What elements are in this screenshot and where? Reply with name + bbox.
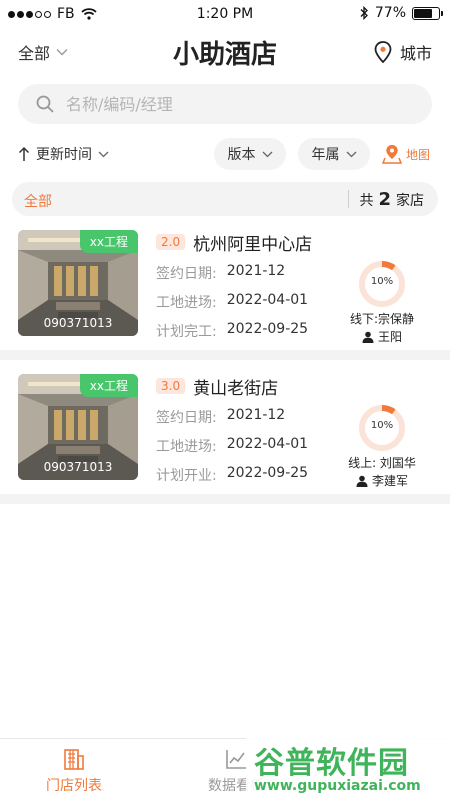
version-filter-label: 版本 — [227, 147, 256, 163]
progress-column: 10% 线下:宗保静 王阳 — [336, 260, 428, 345]
store-count-prefix: 共 — [359, 193, 374, 209]
project-tag: xx工程 — [79, 374, 138, 397]
progress-percent: 10% — [370, 276, 394, 287]
battery-level — [414, 8, 433, 18]
chevron-down-icon — [262, 151, 272, 157]
planned-finish-value: 2022-09-25 — [226, 321, 309, 337]
site-entry-label: 工地进场: — [156, 439, 217, 455]
summary-bar: 全部 共 2 家店 — [12, 182, 438, 216]
progress-ring: 10% — [358, 260, 406, 308]
store-info: 3.0 黄山老街店 签约日期: 2021-12 工地进场: 2022-04-01… — [156, 374, 336, 485]
status-right: 77% — [359, 5, 443, 21]
site-entry-value: 2022-04-01 — [226, 436, 309, 452]
watermark: 谷普软件园 www.gupuxiazai.com — [246, 738, 450, 800]
status-bar: FB 1:20 PM 77% — [0, 0, 450, 28]
progress-ring: 10% — [358, 404, 406, 452]
line-chart-icon — [226, 750, 246, 769]
summary-divider — [348, 190, 349, 208]
user-icon — [362, 331, 374, 343]
store-info: 2.0 杭州阿里中心店 签约日期: 2021-12 工地进场: 2022-04-… — [156, 230, 336, 341]
store-name-row: 3.0 黄山老街店 — [156, 374, 336, 399]
year-filter[interactable]: 年属 — [298, 138, 370, 170]
year-filter-label: 年属 — [311, 147, 340, 163]
sign-date-label: 签约日期: — [156, 410, 217, 426]
store-name: 黄山老街店 — [193, 378, 279, 399]
user-icon — [356, 475, 368, 487]
site-entry-value: 2022-04-01 — [226, 292, 309, 308]
planned-finish-label: 计划完工: — [156, 324, 217, 340]
card-separator — [0, 350, 450, 360]
store-count: 共 2 家店 — [359, 189, 424, 210]
planned-opening-label: 计划开业: — [156, 468, 217, 484]
project-tag: xx工程 — [79, 230, 138, 253]
store-code: 090371013 — [43, 316, 113, 330]
store-count-suffix: 家店 — [396, 193, 424, 209]
arrow-up-icon — [18, 146, 30, 161]
watermark-url: www.gupuxiazai.com — [254, 778, 421, 794]
site-entry-row: 工地进场: 2022-04-01 — [156, 292, 336, 312]
store-card[interactable]: xx工程 090371013 2.0 杭州阿里中心店 签约日期: 2021-12… — [0, 216, 450, 348]
sign-date-row: 签约日期: 2021-12 — [156, 263, 336, 283]
store-code: 090371013 — [43, 460, 113, 474]
search-input[interactable] — [66, 94, 386, 114]
person-name: 李建军 — [371, 474, 408, 488]
city-label: 城市 — [399, 44, 432, 63]
city-selector[interactable]: 城市 — [374, 40, 432, 64]
progress-column: 10% 线上: 刘国华 李建军 — [336, 404, 428, 489]
chevron-down-icon — [98, 151, 109, 157]
store-count-number: 2 — [378, 189, 391, 210]
store-thumbnail: xx工程 090371013 — [18, 374, 138, 480]
filter-row: 更新时间 版本 年属 地图 — [0, 138, 450, 170]
planned-opening-row: 计划开业: 2022-09-25 — [156, 465, 336, 485]
building-icon — [64, 749, 84, 770]
version-filter[interactable]: 版本 — [214, 138, 286, 170]
manager-label: 线下:宗保静 — [349, 312, 415, 326]
chevron-down-icon — [346, 151, 356, 157]
version-badge: 3.0 — [156, 378, 186, 394]
bluetooth-icon — [360, 6, 368, 20]
progress-percent: 10% — [370, 420, 394, 431]
map-pin-icon — [382, 145, 402, 164]
sign-date-value: 2021-12 — [226, 407, 286, 423]
site-entry-label: 工地进场: — [156, 295, 217, 311]
planned-opening-value: 2022-09-25 — [226, 465, 309, 481]
sign-date-value: 2021-12 — [226, 263, 286, 279]
sort-by-update-time[interactable]: 更新时间 — [18, 144, 109, 164]
search-icon — [36, 95, 54, 113]
sign-date-row: 签约日期: 2021-12 — [156, 407, 336, 427]
tab-store-list-label: 门店列表 — [46, 778, 102, 794]
planned-finish-row: 计划完工: 2022-09-25 — [156, 321, 336, 341]
store-name: 杭州阿里中心店 — [193, 234, 313, 255]
sort-label: 更新时间 — [36, 147, 92, 163]
location-pin-icon — [374, 41, 392, 63]
person-row: 李建军 — [336, 472, 428, 489]
store-thumbnail: xx工程 090371013 — [18, 230, 138, 336]
map-label: 地图 — [406, 147, 431, 162]
battery-percent: 77% — [374, 5, 406, 21]
store-card[interactable]: xx工程 090371013 3.0 黄山老街店 签约日期: 2021-12 工… — [0, 360, 450, 492]
watermark-text: 谷普软件园 — [254, 746, 409, 781]
tab-store-list[interactable]: 门店列表 — [18, 747, 130, 795]
version-badge: 2.0 — [156, 234, 186, 250]
sign-date-label: 签约日期: — [156, 266, 217, 282]
search-bar[interactable] — [18, 84, 432, 124]
manager-label: 线上: 刘国华 — [348, 456, 416, 470]
card-separator — [0, 494, 450, 504]
header: 全部 小助酒店 城市 — [0, 28, 450, 76]
battery-icon — [412, 6, 443, 20]
summary-all-tab[interactable]: 全部 — [24, 191, 52, 211]
person-name: 王阳 — [377, 330, 402, 344]
store-name-row: 2.0 杭州阿里中心店 — [156, 230, 336, 255]
person-row: 王阳 — [336, 328, 428, 345]
map-button[interactable]: 地图 — [382, 144, 430, 164]
site-entry-row: 工地进场: 2022-04-01 — [156, 436, 336, 456]
